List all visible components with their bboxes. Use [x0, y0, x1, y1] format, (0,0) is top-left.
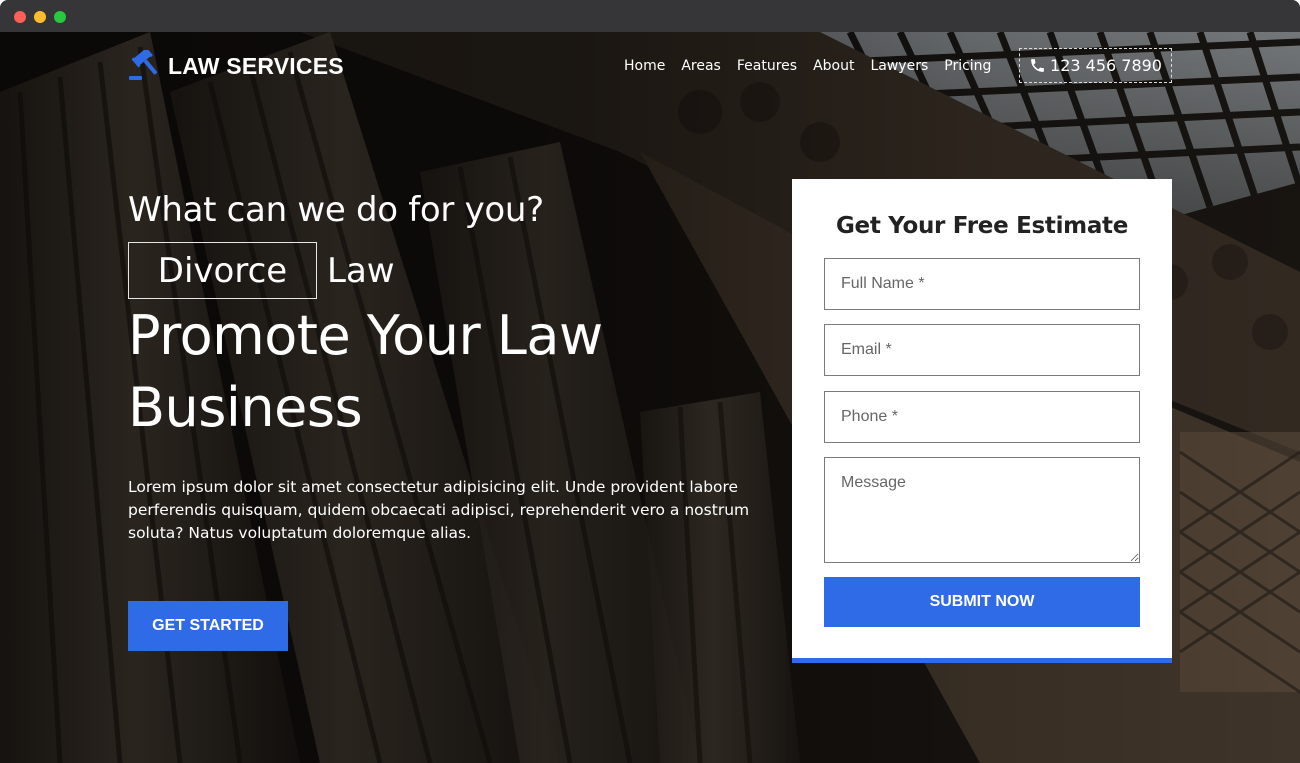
typed-word: Divorce [128, 242, 317, 299]
hero-section: LAW SERVICES Home Areas Features About L… [0, 32, 1300, 763]
nav-item-about[interactable]: About [813, 58, 854, 74]
minimize-window-button[interactable] [34, 11, 46, 23]
phone-field[interactable] [824, 391, 1140, 443]
full-name-field[interactable] [824, 258, 1140, 310]
nav-item-pricing[interactable]: Pricing [944, 58, 991, 74]
maximize-window-button[interactable] [54, 11, 66, 23]
nav-item-areas[interactable]: Areas [681, 58, 721, 74]
phone-link[interactable]: 123 456 7890 [1019, 48, 1172, 83]
phone-number: 123 456 7890 [1050, 56, 1162, 75]
hero-headline: Promote Your Law Business [128, 304, 603, 439]
nav-item-home[interactable]: Home [624, 58, 665, 74]
window-titlebar [0, 0, 1300, 32]
typed-suffix: Law [327, 250, 395, 291]
browser-window: LAW SERVICES Home Areas Features About L… [0, 0, 1300, 763]
estimate-form: Get Your Free Estimate SUBMIT NOW [792, 179, 1172, 663]
close-window-button[interactable] [14, 11, 26, 23]
phone-icon [1031, 59, 1044, 72]
form-title: Get Your Free Estimate [835, 213, 1129, 239]
typed-practice-area: Divorce Law [128, 242, 395, 299]
email-field[interactable] [824, 324, 1140, 376]
gavel-icon [129, 50, 157, 80]
nav-item-lawyers[interactable]: Lawyers [870, 58, 928, 74]
main-nav: Home Areas Features About Lawyers Pricin… [624, 56, 1007, 76]
hero-tagline: What can we do for you? [128, 190, 544, 230]
hero-description: Lorem ipsum dolor sit amet consectetur a… [128, 478, 750, 542]
submit-button[interactable]: SUBMIT NOW [824, 577, 1140, 627]
brand-logo[interactable]: LAW SERVICES [128, 50, 344, 82]
nav-item-features[interactable]: Features [737, 58, 797, 74]
message-field[interactable] [824, 457, 1140, 563]
get-started-button[interactable]: GET STARTED [128, 601, 288, 651]
brand-name: LAW SERVICES [168, 52, 344, 79]
